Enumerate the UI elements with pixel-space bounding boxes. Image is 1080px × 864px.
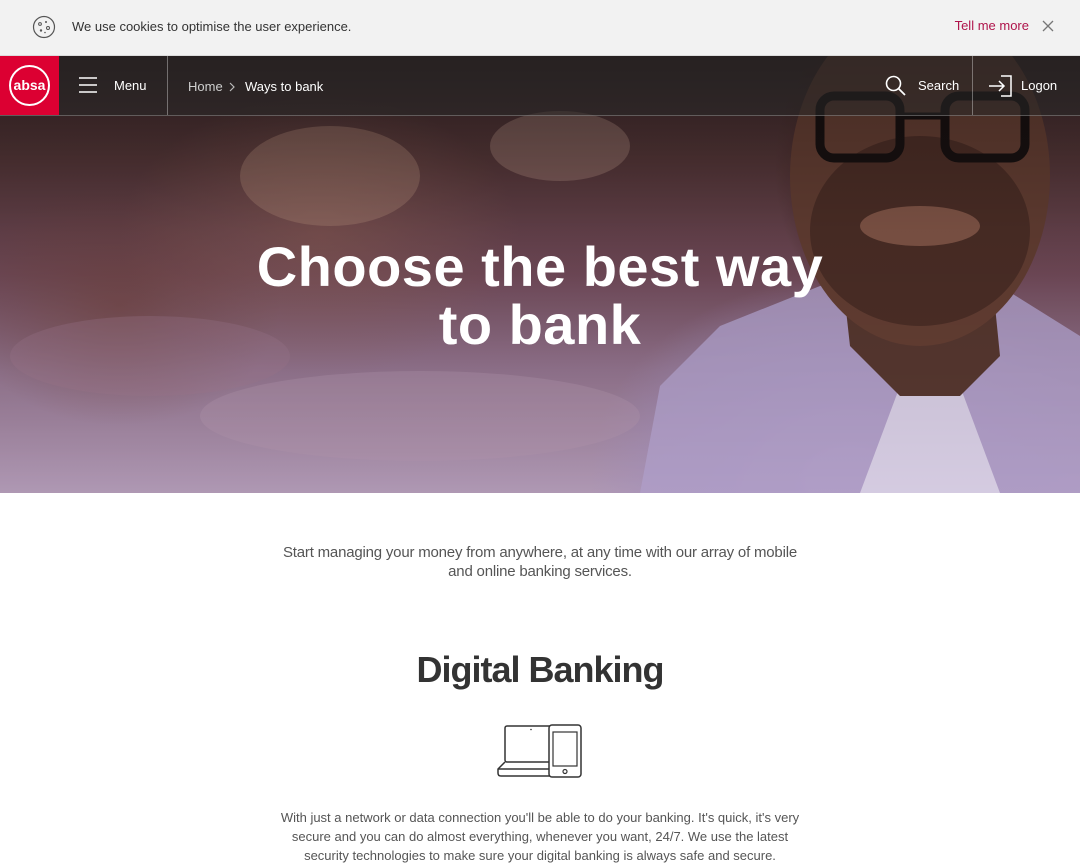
close-icon[interactable] <box>1042 20 1054 32</box>
menu-button[interactable]: Menu <box>59 56 168 115</box>
tell-me-more-link[interactable]: Tell me more <box>955 17 1029 35</box>
logon-button[interactable]: Logon <box>974 56 1080 115</box>
logon-label: Logon <box>1021 78 1058 93</box>
section-title: Digital Banking <box>416 649 664 690</box>
search-button[interactable]: Search <box>870 56 973 115</box>
search-icon <box>885 75 906 96</box>
chevron-right-icon <box>229 82 235 92</box>
cookie-banner: We use cookies to optimise the user expe… <box>0 0 1080 56</box>
hero-banner: Choose the best way to bank <box>0 56 1080 493</box>
breadcrumb-current: Ways to bank <box>245 79 324 94</box>
intro-text: Start managing your money from anywhere,… <box>282 544 797 580</box>
breadcrumb-home[interactable]: Home <box>188 78 223 96</box>
logon-icon <box>989 75 1012 97</box>
hamburger-icon <box>79 77 97 93</box>
search-label: Search <box>918 78 960 93</box>
top-nav: absa Menu Home Ways to bank Search Logon <box>0 56 1080 116</box>
section-body: With just a network or data connection y… <box>280 810 800 863</box>
cookie-icon <box>32 15 56 39</box>
hero-title: Choose the best way to bank <box>256 235 824 356</box>
menu-label: Menu <box>114 78 147 93</box>
logo-text: absa <box>13 77 46 93</box>
laptop-phone-icon <box>497 724 582 778</box>
absa-logo[interactable]: absa <box>0 56 59 115</box>
cookie-message: We use cookies to optimise the user expe… <box>72 19 352 34</box>
